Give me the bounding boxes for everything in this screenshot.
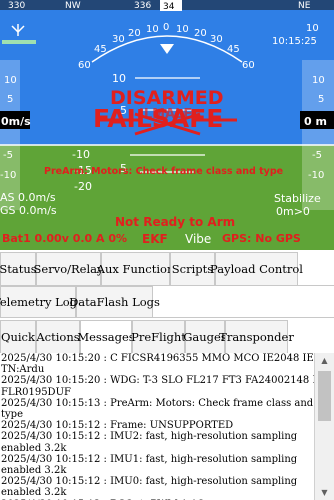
airspeed-readout: AS 0.0m/s: [0, 191, 56, 204]
message-line: 2025/4/30 10:15:13 : PreArm: Motors: Che…: [1, 397, 314, 409]
svg-text:30: 30: [112, 34, 125, 45]
svg-text:10: 10: [146, 24, 159, 35]
tab-aux-function[interactable]: Aux Function: [97, 252, 174, 285]
svg-text:10: 10: [176, 24, 189, 35]
message-line: 2025/4/30 10:15:12 : IMU2: fast, high-re…: [1, 431, 298, 443]
message-line: enabled 3.2k: [1, 442, 67, 454]
gps-status: GPS: No GPS: [222, 232, 301, 245]
tab-row-3: Quick Actions Messages PreFlight Gauges …: [0, 320, 334, 354]
svg-text:-10: -10: [0, 170, 16, 181]
tab-status[interactable]: Status: [0, 252, 37, 285]
svg-text:10: 10: [312, 75, 325, 86]
tab-preflight[interactable]: PreFlight: [131, 320, 186, 353]
tab-dataflash-logs[interactable]: DataFlash Logs: [69, 286, 160, 317]
svg-text:60: 60: [78, 60, 91, 71]
altitude-value: 0 m: [304, 115, 327, 128]
hud-display: 330 NW 336 NE 34 10 10:15:25 60 45 30 20…: [0, 0, 334, 250]
svg-text:0: 0: [163, 22, 169, 33]
scroll-thumb[interactable]: [318, 371, 331, 421]
tab-payload-control[interactable]: Payload Control: [210, 252, 303, 285]
heading-tick-336: 336: [134, 1, 151, 11]
svg-text:10: 10: [112, 72, 126, 85]
flight-mode: Stabilize: [274, 192, 321, 205]
svg-text:-10: -10: [308, 170, 324, 181]
message-line: 2025/4/30 10:15:12 : IMU0: fast, high-re…: [1, 476, 298, 488]
message-line: 2025/4/30 10:15:20 : C FICSR4196355 MMO …: [1, 353, 314, 364]
message-line: 2025/4/30 10:15:12 : IMU1: fast, high-re…: [1, 453, 298, 465]
svg-text:20: 20: [194, 28, 207, 39]
waypoint-distance: 0m>0: [276, 205, 310, 218]
vibe-status: Vibe: [185, 232, 211, 246]
message-line: TN:Ardu: [1, 364, 45, 376]
status-ilmale: ILMALE: [139, 107, 192, 122]
battery-status: Bat1 0.00v 0.0 A 0%: [2, 232, 127, 245]
messages-scrollbar[interactable]: ▲ ▼: [314, 353, 334, 500]
message-line: FLR0195DUF: [1, 386, 71, 398]
svg-text:10: 10: [4, 75, 17, 86]
groundspeed-readout: GS 0.0m/s: [0, 204, 57, 217]
ekf-status: EKF: [142, 232, 168, 246]
tab-scripts[interactable]: Scripts: [170, 252, 215, 285]
svg-text:30: 30: [210, 34, 223, 45]
message-line: 2025/4/30 10:15:20 : WDG: T-3 SLO FL217 …: [1, 375, 314, 387]
tab-row-2: Telemetry Logs DataFlash Logs: [0, 286, 334, 318]
svg-text:60: 60: [242, 60, 255, 71]
clock-time: 10:15:25: [272, 36, 317, 47]
link-indicator: [2, 40, 36, 44]
svg-text:5: 5: [7, 94, 13, 105]
svg-text:-10: -10: [72, 148, 90, 161]
tab-transponder[interactable]: Transponder: [219, 320, 294, 353]
messages-log[interactable]: 2025/4/30 10:15:20 : C FICSR4196355 MMO …: [0, 353, 314, 500]
svg-text:-5: -5: [312, 150, 322, 161]
svg-text:45: 45: [227, 44, 240, 55]
scroll-down-arrow-icon[interactable]: ▼: [315, 485, 334, 500]
tab-servo-relay[interactable]: Servo/Relay: [34, 252, 104, 285]
svg-text:45: 45: [94, 44, 107, 55]
message-line: enabled 3.2k: [1, 487, 67, 499]
svg-text:-5: -5: [3, 150, 13, 161]
not-ready-to-arm: Not Ready to Arm: [115, 215, 235, 229]
message-line: enabled 3.2k: [1, 465, 67, 477]
tab-messages[interactable]: Messages: [77, 320, 135, 353]
svg-text:-20: -20: [74, 180, 92, 193]
svg-text:20: 20: [128, 28, 141, 39]
heading-tick-nw: NW: [65, 1, 81, 11]
prearm-message: PreArm: Motors: Check frame class and ty…: [44, 166, 283, 177]
message-line: 2025/4/30 10:15:12 : Frame: UNSUPPORTED: [1, 420, 234, 432]
message-line: type: [1, 409, 23, 421]
tab-quick[interactable]: Quick: [0, 320, 36, 353]
airspeed-value: 0m/s: [1, 115, 31, 128]
heading-tick-ne: NE: [298, 1, 311, 11]
tab-actions[interactable]: Actions: [36, 320, 80, 353]
heading-tick-330: 330: [8, 1, 25, 11]
scroll-up-arrow-icon[interactable]: ▲: [315, 353, 334, 368]
clock-date: 10: [306, 23, 319, 34]
heading-value: 34: [163, 2, 175, 12]
tab-row-1: Status Servo/Relay Aux Function Scripts …: [0, 252, 334, 286]
tab-telemetry-logs[interactable]: Telemetry Logs: [0, 286, 83, 317]
svg-text:5: 5: [318, 94, 324, 105]
